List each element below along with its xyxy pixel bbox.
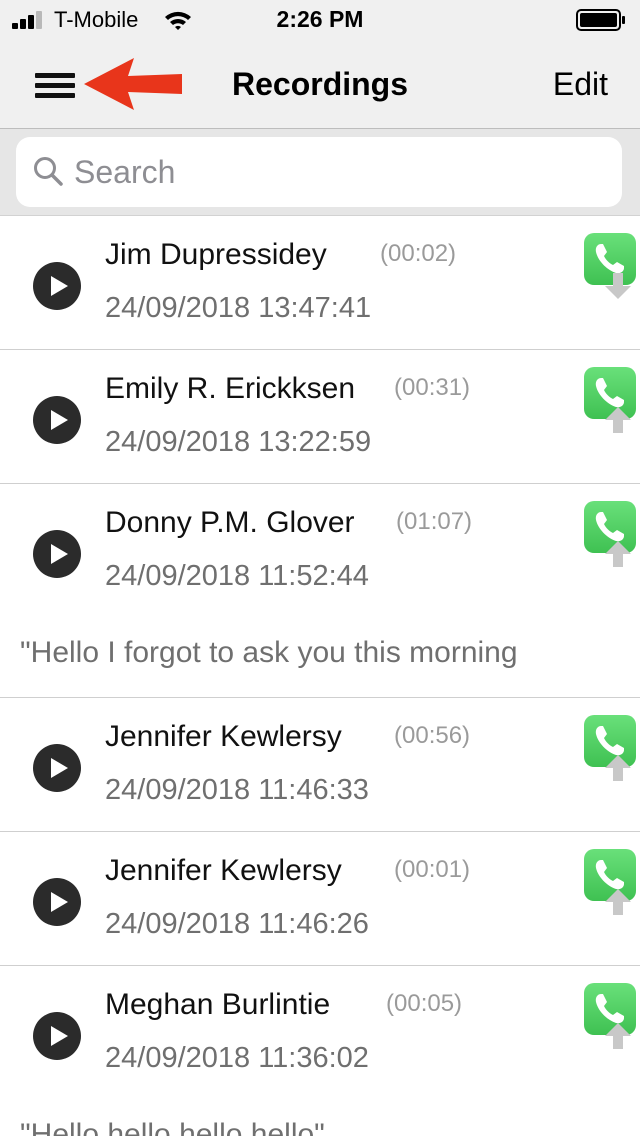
contact-name: Donny P.M. Glover bbox=[105, 506, 355, 539]
play-icon bbox=[51, 410, 68, 430]
recording-row[interactable]: Donny P.M. Glover (01:07) 24/09/2018 11:… bbox=[0, 484, 640, 698]
navigation-bar: Recordings Edit bbox=[0, 40, 640, 129]
recording-timestamp: 24/09/2018 11:52:44 bbox=[105, 560, 369, 592]
recording-timestamp: 24/09/2018 11:46:33 bbox=[105, 774, 369, 806]
recording-timestamp: 24/09/2018 11:36:02 bbox=[105, 1042, 369, 1074]
status-time: 2:26 PM bbox=[276, 6, 364, 32]
play-button[interactable] bbox=[33, 262, 81, 310]
search-input[interactable] bbox=[74, 137, 604, 207]
play-icon bbox=[51, 1026, 68, 1046]
recording-row[interactable]: Emily R. Erickksen (00:31) 24/09/2018 13… bbox=[0, 350, 640, 484]
recording-row[interactable]: Jennifer Kewlersy (00:01) 24/09/2018 11:… bbox=[0, 832, 640, 966]
recording-duration: (00:01) bbox=[394, 856, 471, 883]
play-icon bbox=[51, 892, 68, 912]
direction-arrow-icon bbox=[605, 273, 631, 299]
recording-timestamp: 24/09/2018 11:46:26 bbox=[105, 908, 369, 940]
search-bar bbox=[0, 129, 640, 216]
play-button[interactable] bbox=[33, 1012, 81, 1060]
recording-note: "Hello hello hello hello" bbox=[20, 1118, 325, 1136]
search-icon bbox=[34, 157, 63, 186]
contact-name: Emily R. Erickksen bbox=[105, 372, 356, 405]
play-button[interactable] bbox=[33, 878, 81, 926]
menu-icon[interactable] bbox=[30, 68, 80, 104]
direction-arrow-icon bbox=[605, 889, 631, 915]
recording-row[interactable]: Meghan Burlintie (00:05) 24/09/2018 11:3… bbox=[0, 966, 640, 1136]
recording-duration: (00:56) bbox=[394, 722, 471, 749]
direction-arrow-icon bbox=[605, 1023, 631, 1049]
play-button[interactable] bbox=[33, 396, 81, 444]
battery-icon bbox=[576, 9, 625, 31]
play-icon bbox=[51, 758, 68, 778]
recordings-screen: T-Mobile 2:26 PM Recordings Edit Search … bbox=[0, 0, 640, 1136]
recording-duration: (01:07) bbox=[396, 508, 473, 535]
contact-name: Jim Dupressidey bbox=[105, 238, 327, 271]
recording-row[interactable]: Jennifer Kewlersy (00:56) 24/09/2018 11:… bbox=[0, 698, 640, 832]
recording-row[interactable]: Jim Dupressidey (00:02) 24/09/2018 13:47… bbox=[0, 216, 640, 350]
contact-name: Jennifer Kewlersy bbox=[105, 720, 342, 753]
direction-arrow-icon bbox=[605, 541, 631, 567]
recordings-list: Jim Dupressidey (00:02) 24/09/2018 13:47… bbox=[0, 216, 640, 1136]
play-button[interactable] bbox=[33, 744, 81, 792]
recording-timestamp: 24/09/2018 13:47:41 bbox=[105, 292, 372, 324]
status-bar: T-Mobile 2:26 PM bbox=[0, 0, 640, 40]
contact-name: Jennifer Kewlersy bbox=[105, 854, 342, 887]
contact-name: Meghan Burlintie bbox=[105, 988, 331, 1021]
recording-duration: (00:02) bbox=[380, 240, 457, 267]
recording-timestamp: 24/09/2018 13:22:59 bbox=[105, 426, 372, 458]
play-icon bbox=[51, 276, 68, 296]
play-button[interactable] bbox=[33, 530, 81, 578]
direction-arrow-icon bbox=[605, 407, 631, 433]
red-arrow-annotation-icon bbox=[84, 58, 182, 110]
direction-arrow-icon bbox=[605, 755, 631, 781]
recording-duration: (00:05) bbox=[386, 990, 463, 1017]
recording-note: "Hello I forgot to ask you this morning bbox=[20, 636, 518, 669]
search-field[interactable] bbox=[16, 137, 622, 207]
play-icon bbox=[51, 544, 68, 564]
recording-duration: (00:31) bbox=[394, 374, 471, 401]
edit-button[interactable]: Edit bbox=[553, 66, 608, 103]
